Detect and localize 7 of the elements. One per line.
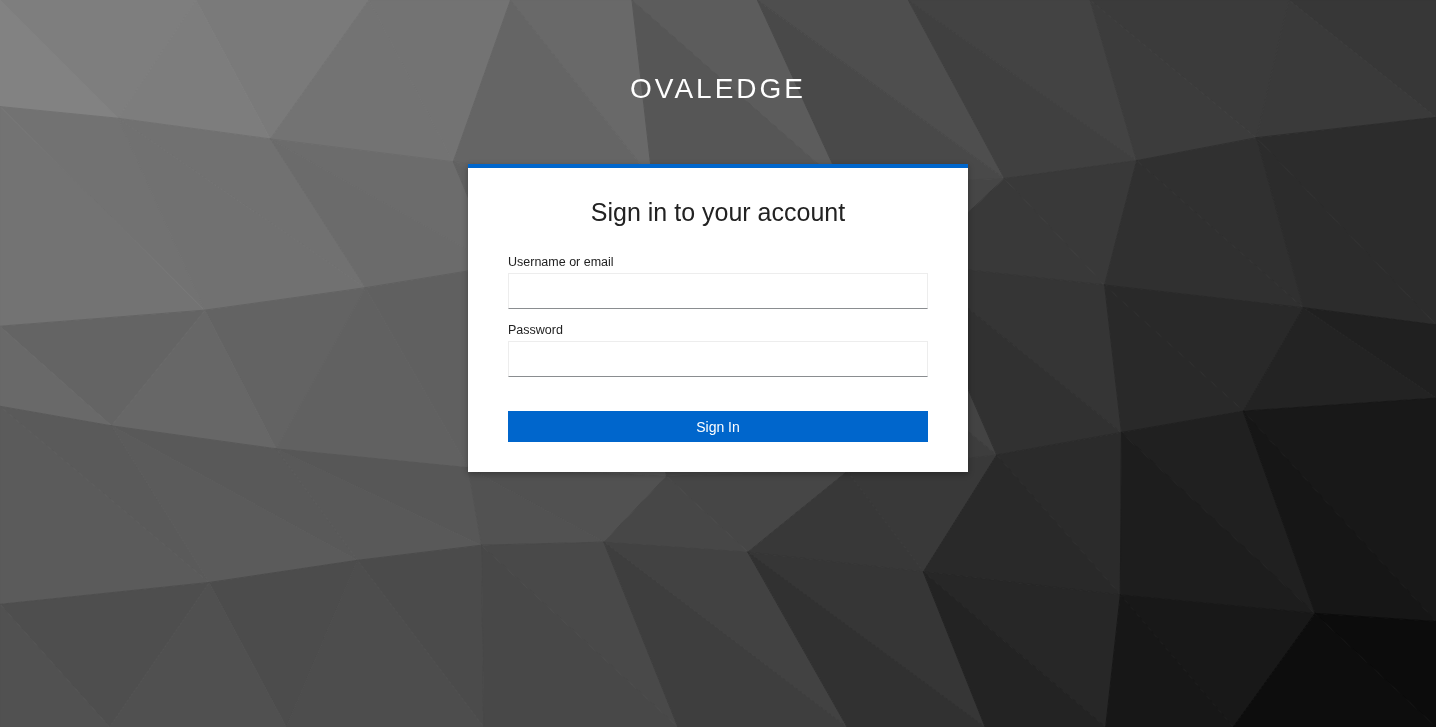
input-field[interactable] <box>508 341 928 377</box>
input-field[interactable] <box>508 273 928 309</box>
brand-logo: OVALEDGE <box>630 72 806 106</box>
field-label: Password <box>508 323 564 337</box>
field-label: Username or email <box>508 255 615 269</box>
card-title: Sign in to your account <box>590 198 846 227</box>
sign-in-button[interactable]: Sign In <box>508 411 928 442</box>
